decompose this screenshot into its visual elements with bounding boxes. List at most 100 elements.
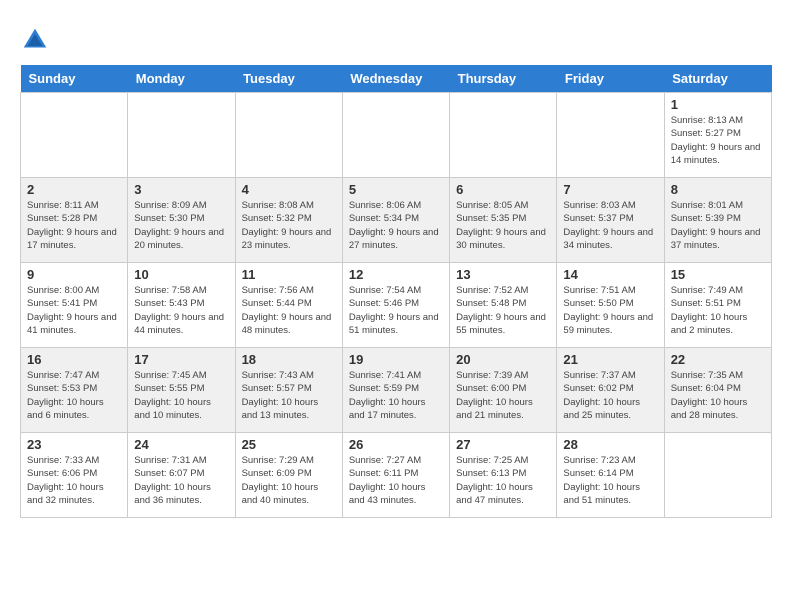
weekday-header-sunday: Sunday xyxy=(21,65,128,93)
day-number: 5 xyxy=(349,182,443,197)
calendar-row-2: 2 Sunrise: 8:11 AM Sunset: 5:28 PM Daylig… xyxy=(21,178,772,263)
calendar-cell xyxy=(235,93,342,178)
calendar-row-5: 23Sunrise: 7:33 AM Sunset: 6:06 PM Dayli… xyxy=(21,433,772,518)
day-info: Sunrise: 8:00 AM Sunset: 5:41 PM Dayligh… xyxy=(27,284,121,337)
calendar-cell: 15 Sunrise: 7:49 AM Sunset: 5:51 PM Dayli… xyxy=(664,263,771,348)
calendar-cell: 12 Sunrise: 7:54 AM Sunset: 5:46 PM Dayli… xyxy=(342,263,449,348)
weekday-header-tuesday: Tuesday xyxy=(235,65,342,93)
day-info: Sunrise: 8:01 AM Sunset: 5:39 PM Dayligh… xyxy=(671,199,765,252)
day-number: 2 xyxy=(27,182,121,197)
day-number: 17 xyxy=(134,352,228,367)
calendar-cell: 2 Sunrise: 8:11 AM Sunset: 5:28 PM Daylig… xyxy=(21,178,128,263)
day-number: 15 xyxy=(671,267,765,282)
calendar-cell: 8 Sunrise: 8:01 AM Sunset: 5:39 PM Daylig… xyxy=(664,178,771,263)
calendar-cell: 23Sunrise: 7:33 AM Sunset: 6:06 PM Dayli… xyxy=(21,433,128,518)
day-info: Sunrise: 7:52 AM Sunset: 5:48 PM Dayligh… xyxy=(456,284,550,337)
weekday-header-thursday: Thursday xyxy=(450,65,557,93)
calendar-cell: 3 Sunrise: 8:09 AM Sunset: 5:30 PM Daylig… xyxy=(128,178,235,263)
calendar-cell xyxy=(450,93,557,178)
weekday-header-friday: Friday xyxy=(557,65,664,93)
calendar-cell: 7 Sunrise: 8:03 AM Sunset: 5:37 PM Daylig… xyxy=(557,178,664,263)
calendar-cell xyxy=(128,93,235,178)
day-number: 4 xyxy=(242,182,336,197)
calendar-cell: 1 Sunrise: 8:13 AM Sunset: 5:27 PM Daylig… xyxy=(664,93,771,178)
day-info: Sunrise: 7:49 AM Sunset: 5:51 PM Dayligh… xyxy=(671,284,765,337)
day-info: Sunrise: 7:43 AM Sunset: 5:57 PM Dayligh… xyxy=(242,369,336,422)
calendar-cell: 28 Sunrise: 7:23 AM Sunset: 6:14 PM Dayli… xyxy=(557,433,664,518)
calendar-cell xyxy=(664,433,771,518)
calendar-cell: 4 Sunrise: 8:08 AM Sunset: 5:32 PM Daylig… xyxy=(235,178,342,263)
calendar-cell: 18 Sunrise: 7:43 AM Sunset: 5:57 PM Dayli… xyxy=(235,348,342,433)
calendar-cell xyxy=(21,93,128,178)
day-info: Sunrise: 8:08 AM Sunset: 5:32 PM Dayligh… xyxy=(242,199,336,252)
day-number: 7 xyxy=(563,182,657,197)
day-info: Sunrise: 7:25 AM Sunset: 6:13 PM Dayligh… xyxy=(456,454,550,507)
calendar-cell xyxy=(557,93,664,178)
day-info: Sunrise: 7:27 AM Sunset: 6:11 PM Dayligh… xyxy=(349,454,443,507)
calendar-cell: 13 Sunrise: 7:52 AM Sunset: 5:48 PM Dayli… xyxy=(450,263,557,348)
day-info: Sunrise: 7:23 AM Sunset: 6:14 PM Dayligh… xyxy=(563,454,657,507)
calendar-cell: 24 Sunrise: 7:31 AM Sunset: 6:07 PM Dayli… xyxy=(128,433,235,518)
calendar-row-3: 9 Sunrise: 8:00 AM Sunset: 5:41 PM Daylig… xyxy=(21,263,772,348)
page-header xyxy=(20,20,772,55)
calendar-cell: 16Sunrise: 7:47 AM Sunset: 5:53 PM Dayli… xyxy=(21,348,128,433)
day-info: Sunrise: 8:03 AM Sunset: 5:37 PM Dayligh… xyxy=(563,199,657,252)
day-info: Sunrise: 7:35 AM Sunset: 6:04 PM Dayligh… xyxy=(671,369,765,422)
weekday-header-wednesday: Wednesday xyxy=(342,65,449,93)
day-number: 18 xyxy=(242,352,336,367)
day-number: 26 xyxy=(349,437,443,452)
calendar-cell: 11Sunrise: 7:56 AM Sunset: 5:44 PM Dayli… xyxy=(235,263,342,348)
calendar-row-1: 1 Sunrise: 8:13 AM Sunset: 5:27 PM Daylig… xyxy=(21,93,772,178)
calendar-cell: 19Sunrise: 7:41 AM Sunset: 5:59 PM Dayli… xyxy=(342,348,449,433)
logo-icon xyxy=(20,25,50,55)
day-info: Sunrise: 7:37 AM Sunset: 6:02 PM Dayligh… xyxy=(563,369,657,422)
day-number: 20 xyxy=(456,352,550,367)
day-info: Sunrise: 8:11 AM Sunset: 5:28 PM Dayligh… xyxy=(27,199,121,252)
day-number: 6 xyxy=(456,182,550,197)
day-number: 10 xyxy=(134,267,228,282)
day-info: Sunrise: 8:05 AM Sunset: 5:35 PM Dayligh… xyxy=(456,199,550,252)
day-info: Sunrise: 8:09 AM Sunset: 5:30 PM Dayligh… xyxy=(134,199,228,252)
calendar-cell: 22 Sunrise: 7:35 AM Sunset: 6:04 PM Dayli… xyxy=(664,348,771,433)
calendar-cell: 5 Sunrise: 8:06 AM Sunset: 5:34 PM Daylig… xyxy=(342,178,449,263)
day-info: Sunrise: 7:58 AM Sunset: 5:43 PM Dayligh… xyxy=(134,284,228,337)
day-number: 21 xyxy=(563,352,657,367)
day-info: Sunrise: 8:13 AM Sunset: 5:27 PM Dayligh… xyxy=(671,114,765,167)
calendar-cell: 20 Sunrise: 7:39 AM Sunset: 6:00 PM Dayli… xyxy=(450,348,557,433)
day-number: 9 xyxy=(27,267,121,282)
day-number: 3 xyxy=(134,182,228,197)
day-number: 13 xyxy=(456,267,550,282)
weekday-header-saturday: Saturday xyxy=(664,65,771,93)
day-info: Sunrise: 8:06 AM Sunset: 5:34 PM Dayligh… xyxy=(349,199,443,252)
day-info: Sunrise: 7:54 AM Sunset: 5:46 PM Dayligh… xyxy=(349,284,443,337)
day-info: Sunrise: 7:31 AM Sunset: 6:07 PM Dayligh… xyxy=(134,454,228,507)
day-info: Sunrise: 7:56 AM Sunset: 5:44 PM Dayligh… xyxy=(242,284,336,337)
logo xyxy=(20,25,54,55)
calendar-cell: 9 Sunrise: 8:00 AM Sunset: 5:41 PM Daylig… xyxy=(21,263,128,348)
calendar-cell: 26 Sunrise: 7:27 AM Sunset: 6:11 PM Dayli… xyxy=(342,433,449,518)
day-number: 12 xyxy=(349,267,443,282)
day-info: Sunrise: 7:47 AM Sunset: 5:53 PM Dayligh… xyxy=(27,369,121,422)
calendar-cell: 27 Sunrise: 7:25 AM Sunset: 6:13 PM Dayli… xyxy=(450,433,557,518)
day-number: 8 xyxy=(671,182,765,197)
day-number: 28 xyxy=(563,437,657,452)
day-number: 24 xyxy=(134,437,228,452)
day-number: 25 xyxy=(242,437,336,452)
calendar-cell: 17 Sunrise: 7:45 AM Sunset: 5:55 PM Dayli… xyxy=(128,348,235,433)
day-info: Sunrise: 7:51 AM Sunset: 5:50 PM Dayligh… xyxy=(563,284,657,337)
calendar-cell: 25 Sunrise: 7:29 AM Sunset: 6:09 PM Dayli… xyxy=(235,433,342,518)
day-number: 1 xyxy=(671,97,765,112)
weekday-header-monday: Monday xyxy=(128,65,235,93)
day-info: Sunrise: 7:39 AM Sunset: 6:00 PM Dayligh… xyxy=(456,369,550,422)
day-info: Sunrise: 7:45 AM Sunset: 5:55 PM Dayligh… xyxy=(134,369,228,422)
day-number: 27 xyxy=(456,437,550,452)
calendar-cell: 21 Sunrise: 7:37 AM Sunset: 6:02 PM Dayli… xyxy=(557,348,664,433)
calendar-row-4: 16Sunrise: 7:47 AM Sunset: 5:53 PM Dayli… xyxy=(21,348,772,433)
calendar-cell xyxy=(342,93,449,178)
calendar-cell: 6 Sunrise: 8:05 AM Sunset: 5:35 PM Daylig… xyxy=(450,178,557,263)
weekday-header-row: SundayMondayTuesdayWednesdayThursdayFrid… xyxy=(21,65,772,93)
day-number: 22 xyxy=(671,352,765,367)
day-info: Sunrise: 7:29 AM Sunset: 6:09 PM Dayligh… xyxy=(242,454,336,507)
day-info: Sunrise: 7:33 AM Sunset: 6:06 PM Dayligh… xyxy=(27,454,121,507)
day-number: 14 xyxy=(563,267,657,282)
